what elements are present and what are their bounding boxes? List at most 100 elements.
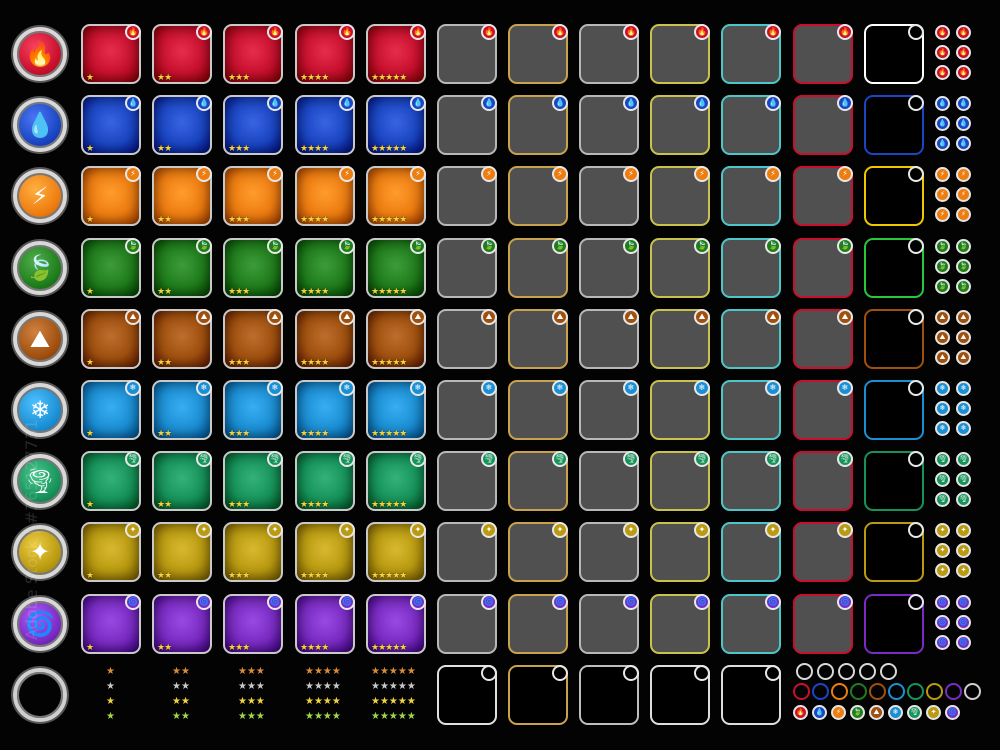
lightning-icon: ⚡ xyxy=(694,166,710,183)
rock-icon: ⛰ xyxy=(694,308,710,325)
tornado-icon: 🌪 xyxy=(956,452,971,468)
water-drop-icon: 💧 xyxy=(837,95,853,112)
lightning-icon: ⚡ xyxy=(481,166,497,183)
lightning-frame-gray-6: ⚡ xyxy=(793,166,853,227)
rarity-stars: ★★★★★ xyxy=(371,73,407,83)
fire-icon: 🔥 xyxy=(267,24,283,40)
rarity-stars: ★★★ xyxy=(228,571,250,582)
ice-crystal-icon: ❄ xyxy=(935,421,950,436)
rarity-star-key: ★★★ xyxy=(238,680,265,692)
ice-crystal-icon: ❄ xyxy=(196,380,212,396)
empty-badge xyxy=(908,24,924,40)
water-drop-icon: 💧 xyxy=(935,116,950,132)
empty-badge xyxy=(908,593,924,610)
fire-icon: 🔥 xyxy=(552,24,568,40)
tornado-icon: 🌪 xyxy=(907,704,922,720)
leaf-icon: 🍃 xyxy=(935,278,950,294)
fire-icon: 🔥 xyxy=(935,65,950,80)
empty-badge xyxy=(765,664,781,681)
leaf-icon: 🍃 xyxy=(935,238,950,254)
lightning-icon: ⚡ xyxy=(623,166,639,183)
sparkle-icon: ✦ xyxy=(125,522,141,539)
rarity-star-key: ★★★ xyxy=(238,665,265,677)
empty-element-icon xyxy=(13,667,67,722)
sparkle-icon: ✦ xyxy=(552,522,568,539)
dark-tile-5-star: 🌀 ★★★★★ xyxy=(366,593,426,654)
rarity-stars: ★ xyxy=(86,642,94,653)
dark-frame-gray-3: 🌀 xyxy=(579,593,639,654)
fire-icon: 🔥 xyxy=(410,24,426,40)
leaf-icon: 🍃 xyxy=(196,237,212,254)
rarity-stars: ★★★ xyxy=(228,73,250,83)
light-frame-gray-6: ✦ xyxy=(793,522,853,583)
nature-frame-gray-4: 🍃 xyxy=(650,237,710,298)
sparkle-icon: ✦ xyxy=(935,523,950,539)
leaf-icon: 🍃 xyxy=(837,237,853,254)
rarity-stars: ★★★★ xyxy=(300,215,329,226)
water-frame-gray-6: 💧 xyxy=(793,95,853,156)
fire-icon: 🔥 xyxy=(765,24,781,40)
ice-crystal-icon: ❄ xyxy=(956,381,971,396)
wind-frame-gray-5: 🌪 xyxy=(721,451,781,512)
vortex-icon: 🌀 xyxy=(552,593,568,610)
nature-tile-1-star: 🍃 ★ xyxy=(81,237,141,298)
watermark: Adobe Stock | #365127731 xyxy=(22,419,41,640)
wind-tile-1-star: 🌪 ★ xyxy=(81,451,141,512)
empty-badge xyxy=(908,237,924,254)
rarity-stars: ★★★ xyxy=(228,215,250,226)
rock-icon: ⛰ xyxy=(125,308,141,325)
lightning-icon: ⚡ xyxy=(13,169,67,224)
rock-icon: ⛰ xyxy=(869,704,884,720)
color-ring xyxy=(945,682,962,700)
lightning-icon: ⚡ xyxy=(956,187,971,203)
rarity-star-key: ★★★★★ xyxy=(371,710,416,722)
rock-icon: ⛰ xyxy=(481,308,497,325)
water-frame-gray-4: 💧 xyxy=(650,95,710,156)
empty-badge xyxy=(908,95,924,112)
wind-frame-gray-4: 🌪 xyxy=(650,451,710,512)
tornado-icon: 🌪 xyxy=(410,451,426,468)
fire-icon: 🔥 xyxy=(935,25,950,40)
rarity-stars: ★ xyxy=(86,571,94,582)
vortex-icon: 🌀 xyxy=(765,593,781,610)
ice-frame-gray-2: ❄ xyxy=(508,380,568,440)
rarity-star-key: ★★★ xyxy=(238,710,265,722)
color-ring xyxy=(964,682,981,700)
color-ring xyxy=(831,682,848,700)
rarity-star-key: ★★ xyxy=(172,710,190,722)
rock-icon: ⛰ xyxy=(13,311,67,366)
light-frame-gray-5: ✦ xyxy=(721,522,781,583)
sparkle-icon: ✦ xyxy=(956,523,971,539)
wind-frame-gray-1: 🌪 xyxy=(437,451,497,512)
rarity-stars: ★★★★ xyxy=(300,144,329,155)
water-drop-icon: 💧 xyxy=(196,95,212,112)
rarity-star-key: ★★ xyxy=(172,695,190,707)
rarity-stars: ★★ xyxy=(157,73,172,83)
fire-icon: 🔥 xyxy=(837,24,853,40)
rarity-stars: ★★★★★ xyxy=(371,429,407,439)
ice-crystal-icon: ❄ xyxy=(694,380,710,396)
leaf-icon: 🍃 xyxy=(125,237,141,254)
ice-crystal-icon: ❄ xyxy=(125,380,141,396)
tornado-icon: 🌪 xyxy=(196,451,212,468)
rarity-star-key: ★ xyxy=(106,710,115,722)
light-frame-gray-3: ✦ xyxy=(579,522,639,583)
tornado-icon: 🌪 xyxy=(935,472,950,488)
vortex-icon: 🌀 xyxy=(410,593,426,610)
rarity-star-key: ★★★★★ xyxy=(371,680,416,692)
lightning-icon: ⚡ xyxy=(956,207,971,223)
empty-frame-1 xyxy=(437,664,497,725)
lightning-icon: ⚡ xyxy=(410,166,426,183)
vortex-icon: 🌀 xyxy=(125,593,141,610)
lightning-frame-black xyxy=(864,166,924,227)
earth-frame-gray-4: ⛰ xyxy=(650,308,710,369)
ice-frame-gray-5: ❄ xyxy=(721,380,781,440)
rarity-stars: ★★★★ xyxy=(300,500,329,511)
light-frame-gray-4: ✦ xyxy=(650,522,710,583)
empty-badge xyxy=(694,664,710,681)
rarity-stars: ★★★ xyxy=(228,357,250,368)
tornado-icon: 🌪 xyxy=(125,451,141,468)
lightning-frame-gray-3: ⚡ xyxy=(579,166,639,227)
lightning-tile-1-star: ⚡ ★ xyxy=(81,166,141,227)
rarity-star-key: ★★ xyxy=(172,680,190,692)
